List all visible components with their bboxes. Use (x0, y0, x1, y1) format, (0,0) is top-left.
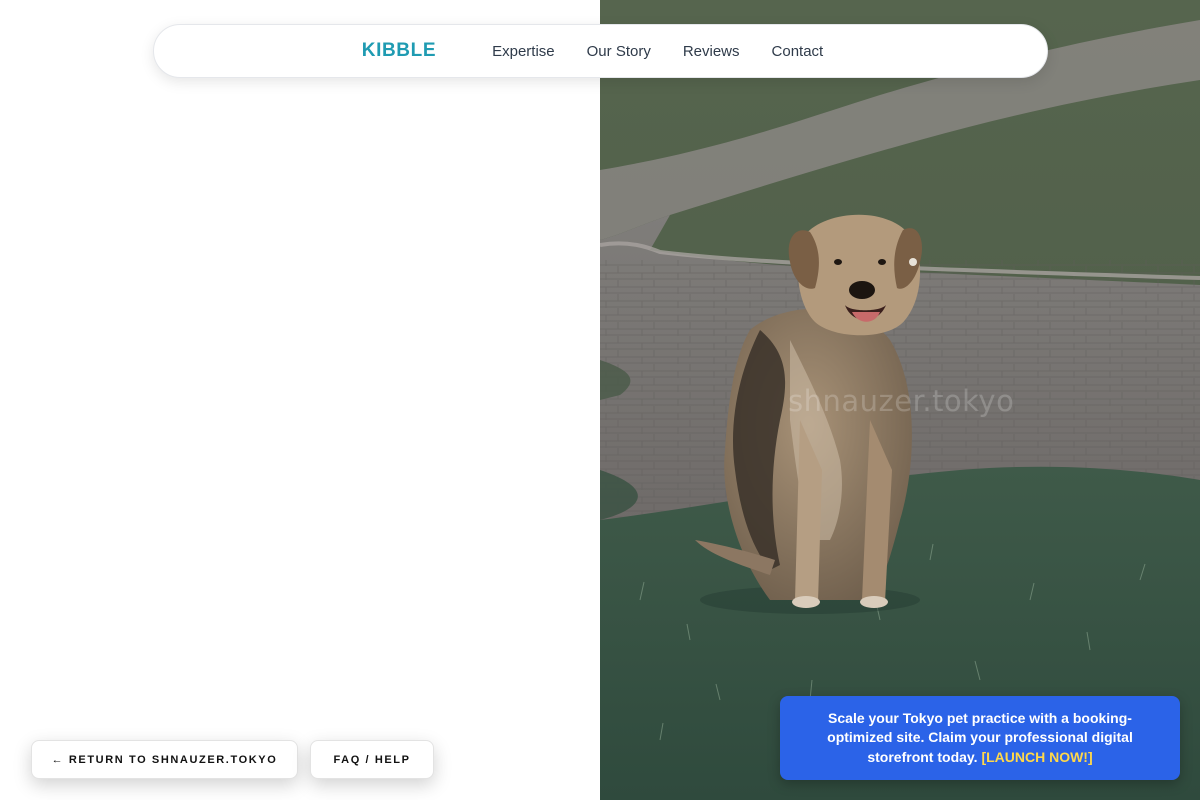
brand-logo[interactable]: KIBBLE (362, 40, 436, 62)
promo-banner: Scale your Tokyo pet practice with a boo… (780, 696, 1180, 780)
top-navbar: KIBBLE Expertise Our Story Reviews Conta… (153, 24, 1048, 78)
page: shnauzer.tokyo KIBBLE Expertise Our Stor… (0, 0, 1200, 800)
faq-help-button[interactable]: FAQ / HELP (310, 740, 434, 779)
nav-link-expertise[interactable]: Expertise (492, 43, 555, 60)
watermark-text: shnauzer.tokyo (788, 384, 1015, 418)
nav-link-contact[interactable]: Contact (772, 43, 824, 60)
nav-link-our-story[interactable]: Our Story (587, 43, 651, 60)
nav-link-reviews[interactable]: Reviews (683, 43, 740, 60)
return-to-site-button[interactable]: ← RETURN TO SHNAUZER.TOKYO (31, 740, 298, 779)
launch-now-link[interactable]: [LAUNCH NOW!] (981, 749, 1092, 765)
promo-content: Scale your Tokyo pet practice with a boo… (824, 709, 1136, 768)
